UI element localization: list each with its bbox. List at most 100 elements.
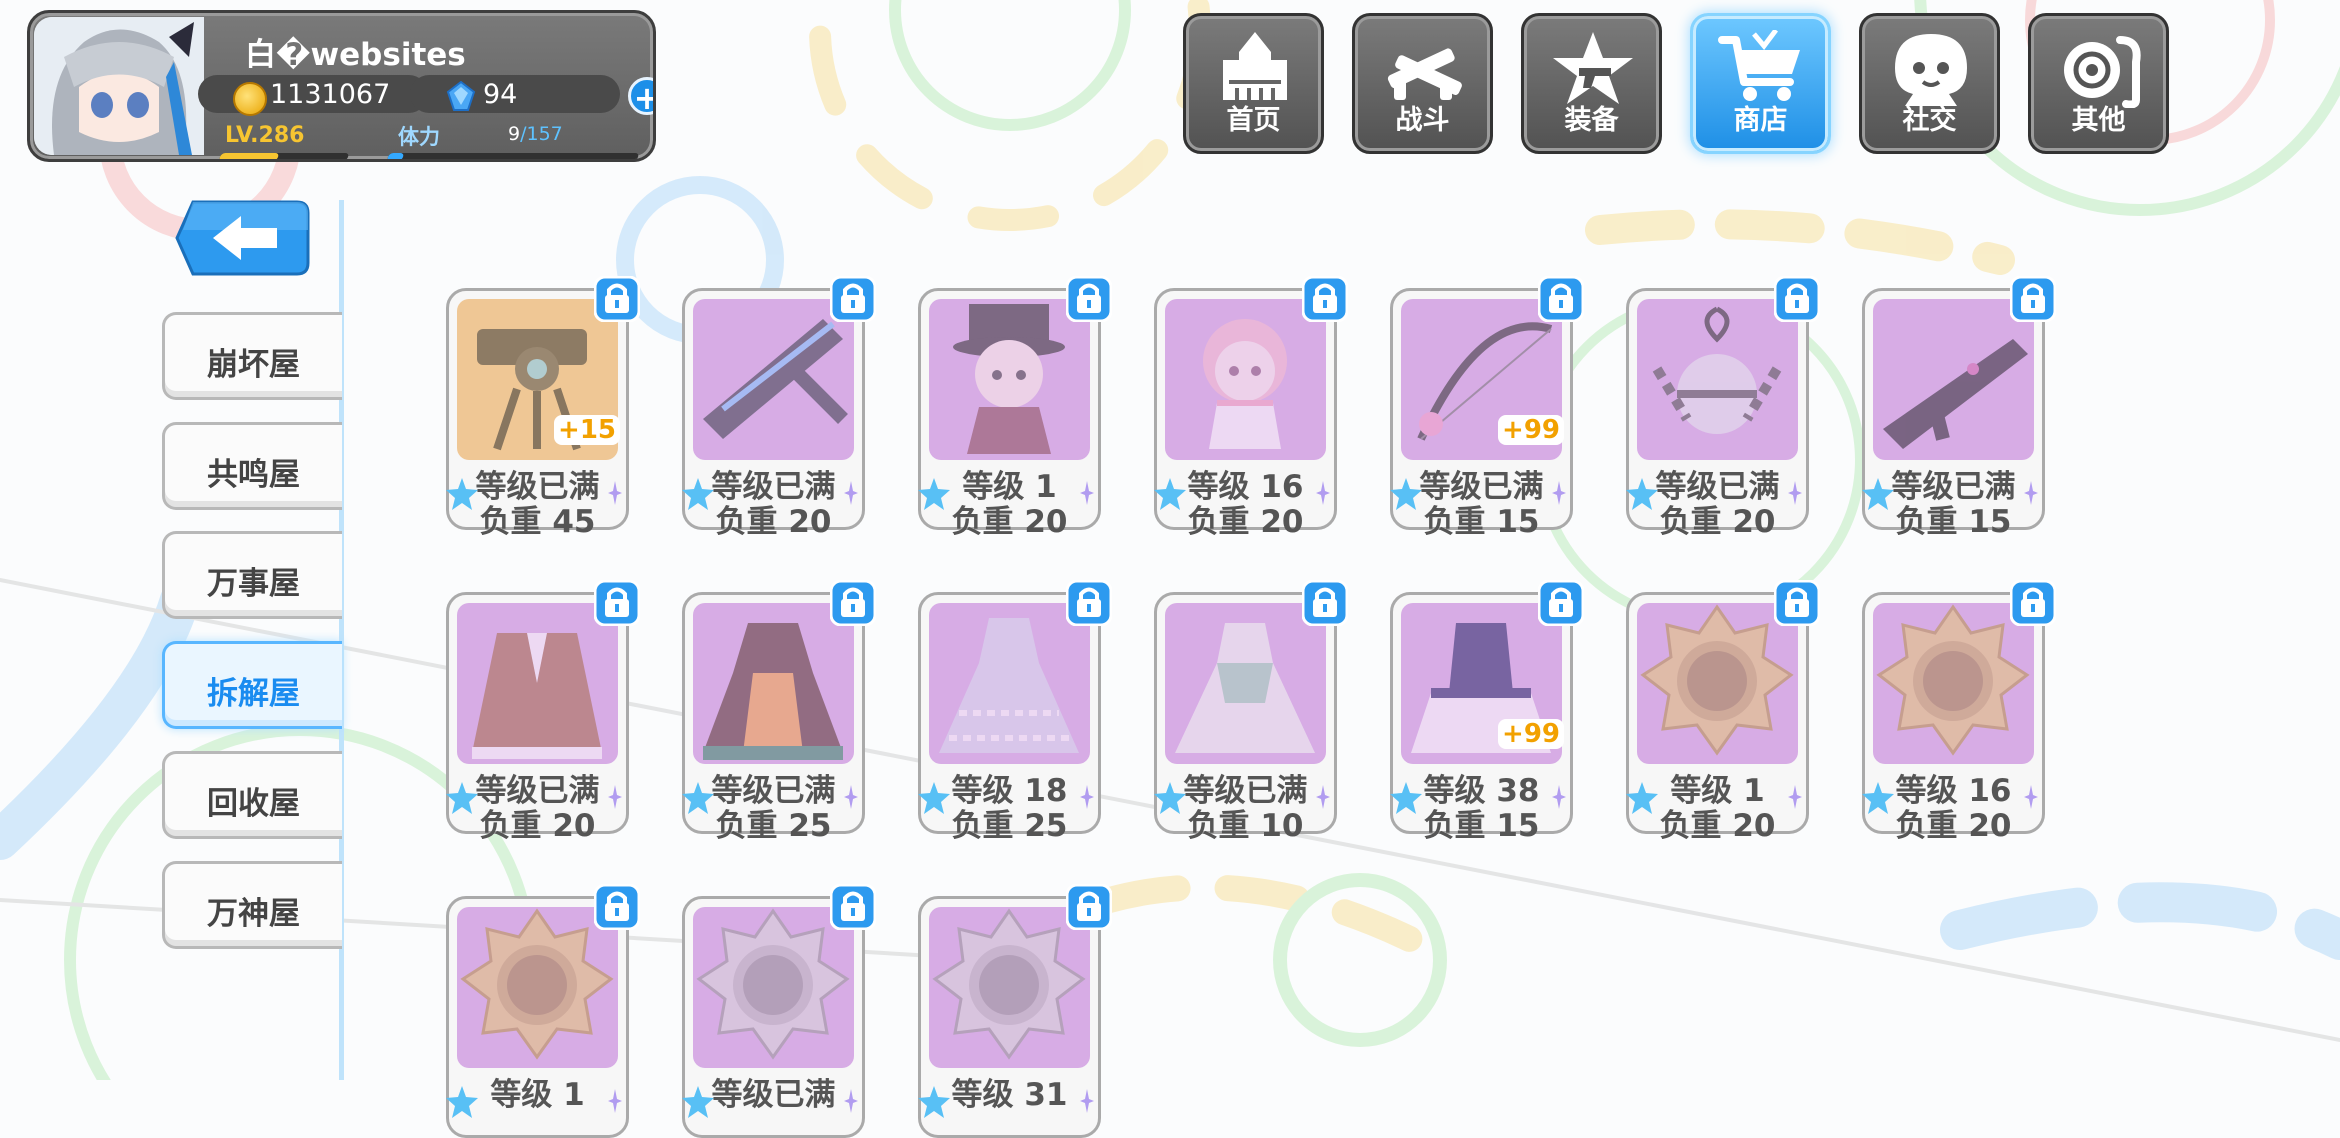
nav-cart-button[interactable]: 商店 — [1690, 13, 1831, 154]
sidebar-item-label: 拆解屋 — [207, 676, 300, 712]
lock-icon[interactable] — [1773, 275, 1821, 323]
item-image — [1637, 603, 1798, 764]
item-card[interactable]: +15 等级已满 负重 45 — [446, 288, 629, 540]
item-image — [929, 299, 1090, 460]
sidebar-item-2[interactable]: 共鸣屋 — [162, 422, 342, 510]
item-bonus: +15 — [554, 415, 620, 445]
item-weight: 负重 20 — [951, 504, 1068, 540]
sidebar-item-label: 万事屋 — [207, 566, 300, 602]
lock-icon[interactable] — [1065, 883, 1113, 931]
level-progress-bar — [218, 153, 350, 159]
sidebar-item-label: 崩坏屋 — [207, 347, 300, 383]
item-weight: 负重 20 — [1659, 504, 1776, 540]
item-card[interactable]: 等级已满 负重 10 — [1154, 592, 1337, 844]
lock-icon[interactable] — [1537, 275, 1585, 323]
item-card[interactable]: 等级已满 负重 15 — [1862, 288, 2045, 540]
lock-icon[interactable] — [2009, 579, 2057, 627]
stamina-progress-bar — [386, 153, 640, 159]
house-icon — [1223, 32, 1287, 100]
nav-house-button[interactable]: 首页 — [1183, 13, 1324, 154]
nav-settings-scroll-button[interactable]: 其他 — [2028, 13, 2169, 154]
sidebar-item-1[interactable]: 崩坏屋 — [162, 312, 342, 400]
item-image — [1165, 603, 1326, 764]
item-image — [929, 603, 1090, 764]
lock-icon[interactable] — [1301, 579, 1349, 627]
item-level: 等级已满 — [711, 1077, 836, 1113]
item-image — [457, 603, 618, 764]
item-card[interactable]: 等级 1 负重 20 — [918, 288, 1101, 540]
item-card[interactable]: 等级已满 负重 25 — [682, 592, 865, 844]
item-card[interactable]: 等级已满 — [682, 896, 865, 1138]
item-card[interactable]: 等级已满 负重 20 — [446, 592, 629, 844]
gem-amount: 94 — [483, 79, 518, 110]
coin-amount: 1131067 — [270, 79, 391, 110]
item-card[interactable]: +99 等级 38 负重 15 — [1390, 592, 1573, 844]
nav-label: 社交 — [1902, 105, 1957, 136]
coin-icon — [233, 82, 267, 116]
player-level: LV.286 — [225, 123, 305, 148]
lock-icon[interactable] — [1773, 579, 1821, 627]
item-weight: 负重 10 — [1187, 808, 1304, 844]
nav-label: 战斗 — [1395, 105, 1450, 136]
item-card[interactable]: 等级 16 负重 20 — [1154, 288, 1337, 540]
lock-icon[interactable] — [1537, 579, 1585, 627]
item-card[interactable]: 等级已满 负重 20 — [682, 288, 865, 540]
player-info-panel[interactable]: 白�websites 1131067 94 + LV.286 体力 9/157 — [27, 10, 656, 162]
cart-icon — [1718, 30, 1800, 101]
item-bonus: +99 — [1498, 415, 1564, 445]
back-button[interactable] — [175, 200, 310, 276]
lock-icon[interactable] — [2009, 275, 2057, 323]
add-gems-button[interactable]: + — [628, 77, 653, 116]
lock-icon[interactable] — [593, 275, 641, 323]
sidebar-item-4[interactable]: 拆解屋 — [162, 641, 342, 729]
item-card[interactable]: 等级 16 负重 20 — [1862, 592, 2045, 844]
item-level: 等级 1 — [490, 1077, 585, 1113]
nav-crossed-guns-button[interactable]: 战斗 — [1352, 13, 1493, 154]
lock-icon[interactable] — [593, 579, 641, 627]
nav-character-button[interactable]: 社交 — [1859, 13, 2000, 154]
lock-icon[interactable] — [593, 883, 641, 931]
item-card[interactable]: +99 等级已满 负重 15 — [1390, 288, 1573, 540]
avatar[interactable] — [34, 17, 204, 155]
stamina-value: 9/157 — [508, 123, 563, 145]
nav-star-gun-button[interactable]: 装备 — [1521, 13, 1662, 154]
item-weight: 负重 15 — [1423, 808, 1540, 844]
nav-label: 其他 — [2071, 105, 2126, 136]
stamina-current: 9 — [508, 123, 521, 145]
lock-icon[interactable] — [829, 883, 877, 931]
item-image — [1873, 603, 2034, 764]
settings-scroll-icon — [2064, 36, 2141, 108]
item-card[interactable]: 等级 31 — [918, 896, 1101, 1138]
item-image — [693, 907, 854, 1068]
item-weight: 负重 20 — [1187, 504, 1304, 540]
item-card[interactable]: 等级 1 负重 20 — [1626, 592, 1809, 844]
sidebar-item-label: 共鸣屋 — [207, 457, 300, 493]
item-card[interactable]: 等级 18 负重 25 — [918, 592, 1101, 844]
nav-label: 首页 — [1226, 105, 1281, 136]
item-card[interactable]: 等级 1 — [446, 896, 629, 1138]
character-icon — [1895, 34, 1967, 106]
item-bonus: +99 — [1498, 719, 1564, 749]
item-image — [693, 603, 854, 764]
item-level: 等级 31 — [951, 1077, 1068, 1113]
item-weight: 负重 20 — [479, 808, 596, 844]
item-weight: 负重 45 — [479, 504, 596, 540]
item-weight: 负重 20 — [715, 504, 832, 540]
sidebar-item-6[interactable]: 万神屋 — [162, 861, 342, 949]
item-card[interactable]: 等级已满 负重 20 — [1626, 288, 1809, 540]
lock-icon[interactable] — [1065, 275, 1113, 323]
item-image — [693, 299, 854, 460]
item-weight: 负重 25 — [951, 808, 1068, 844]
lock-icon[interactable] — [1065, 579, 1113, 627]
lock-icon[interactable] — [1301, 275, 1349, 323]
sidebar-item-5[interactable]: 回收屋 — [162, 751, 342, 839]
lock-icon[interactable] — [829, 579, 877, 627]
item-weight: 负重 15 — [1423, 504, 1540, 540]
gem-icon — [446, 81, 476, 111]
lock-icon[interactable] — [829, 275, 877, 323]
nav-label: 商店 — [1733, 105, 1788, 136]
sidebar-item-3[interactable]: 万事屋 — [162, 531, 342, 619]
item-image — [457, 907, 618, 1068]
crossed-guns-icon — [1387, 48, 1462, 100]
level-progress-fill — [218, 153, 280, 159]
